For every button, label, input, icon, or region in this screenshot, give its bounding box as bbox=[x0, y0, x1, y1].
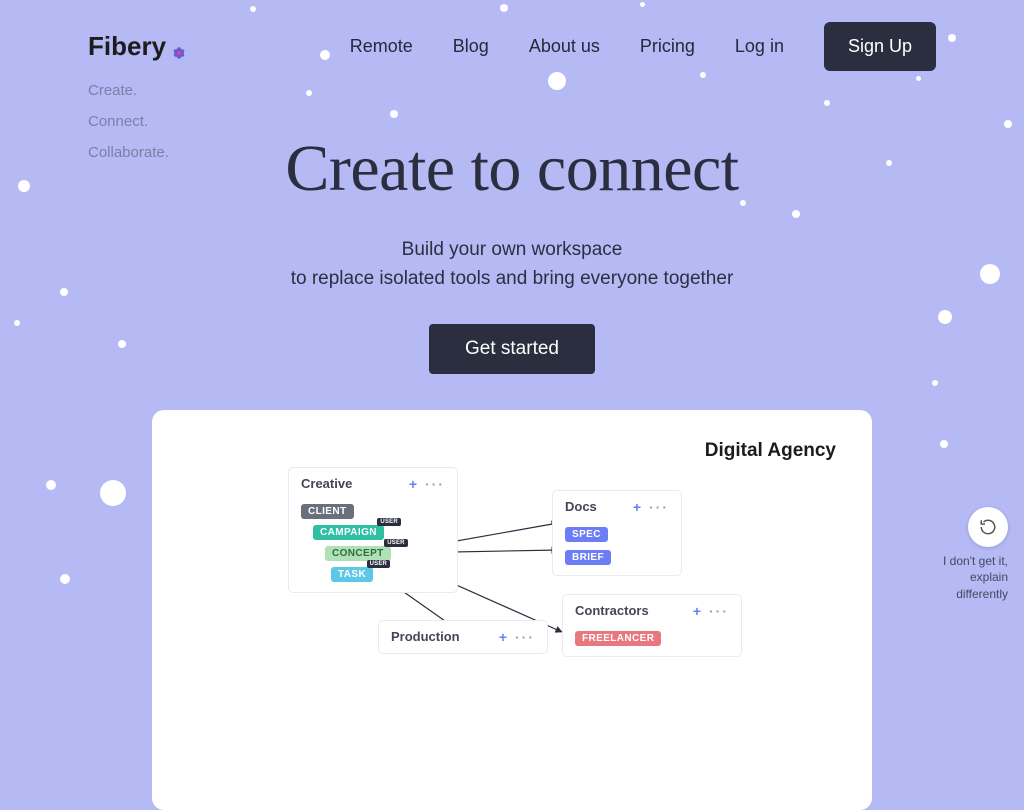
chip-campaign[interactable]: CAMPAIGN USER bbox=[313, 525, 384, 540]
nav-remote[interactable]: Remote bbox=[350, 36, 413, 57]
group-contractors: Contractors + ··· FREELANCER bbox=[562, 594, 742, 657]
more-icon[interactable]: ··· bbox=[709, 603, 729, 619]
chip-brief[interactable]: BRIEF bbox=[565, 550, 611, 565]
chip-client[interactable]: CLIENT bbox=[301, 504, 354, 519]
group-label: Production bbox=[391, 629, 460, 644]
feedback-widget: I don't get it, explain differently bbox=[943, 507, 1008, 603]
refresh-button[interactable] bbox=[968, 507, 1008, 547]
chip-text: TASK bbox=[338, 569, 366, 580]
group-creative: Creative + ··· CLIENT CAMPAIGN USER CONC… bbox=[288, 467, 458, 593]
add-icon[interactable]: + bbox=[633, 499, 641, 515]
chip-text: FREELANCER bbox=[582, 633, 654, 644]
nav-log-in[interactable]: Log in bbox=[735, 36, 784, 57]
keyword-connect: Connect. bbox=[88, 113, 169, 130]
nav-about-us[interactable]: About us bbox=[529, 36, 600, 57]
group-label: Docs bbox=[565, 499, 597, 514]
connector-lines bbox=[152, 410, 872, 810]
add-icon[interactable]: + bbox=[409, 476, 417, 492]
add-icon[interactable]: + bbox=[499, 629, 507, 645]
snow-dot bbox=[700, 72, 706, 78]
chip-text: CONCEPT bbox=[332, 548, 384, 559]
chip-spec[interactable]: SPEC bbox=[565, 527, 608, 542]
group-production: Production + ··· bbox=[378, 620, 548, 654]
feedback-text-line2[interactable]: explain bbox=[943, 569, 1008, 586]
group-header-docs: Docs + ··· bbox=[553, 491, 681, 523]
group-header-production: Production + ··· bbox=[379, 621, 547, 653]
snow-dot bbox=[548, 72, 566, 90]
more-icon[interactable]: ··· bbox=[649, 499, 669, 515]
chip-badge: USER bbox=[377, 518, 400, 526]
brand-name: Fibery bbox=[88, 31, 166, 62]
hero-section: Create to connect Build your own workspa… bbox=[0, 131, 1024, 810]
signup-button[interactable]: Sign Up bbox=[824, 22, 936, 71]
chip-badge: USER bbox=[367, 560, 390, 568]
hero-title: Create to connect bbox=[0, 131, 1024, 207]
more-icon[interactable]: ··· bbox=[515, 629, 535, 645]
hero-subtitle: Build your own workspace to replace isol… bbox=[0, 235, 1024, 294]
nav-blog[interactable]: Blog bbox=[453, 36, 489, 57]
group-label: Contractors bbox=[575, 603, 649, 618]
feedback-text-line1[interactable]: I don't get it, bbox=[943, 553, 1008, 570]
refresh-icon bbox=[979, 518, 997, 536]
primary-nav: Remote Blog About us Pricing Log in Sign… bbox=[350, 22, 936, 71]
chip-task[interactable]: TASK USER bbox=[331, 567, 373, 582]
more-icon[interactable]: ··· bbox=[425, 476, 445, 492]
chip-text: CAMPAIGN bbox=[320, 527, 377, 538]
brand-logo[interactable]: Fibery bbox=[88, 31, 188, 62]
chip-text: BRIEF bbox=[572, 552, 604, 563]
snow-dot bbox=[1004, 120, 1012, 128]
chip-text: SPEC bbox=[572, 529, 601, 540]
snow-dot bbox=[824, 100, 830, 106]
diagram-title: Digital Agency bbox=[705, 440, 836, 462]
keyword-create: Create. bbox=[88, 82, 169, 99]
add-icon[interactable]: + bbox=[693, 603, 701, 619]
group-docs: Docs + ··· SPEC BRIEF bbox=[552, 490, 682, 576]
snow-dot bbox=[390, 110, 398, 118]
feedback-text-line3[interactable]: differently bbox=[943, 586, 1008, 603]
hero-subtitle-line1: Build your own workspace bbox=[402, 239, 623, 260]
site-header: Fibery Remote Blog About us Pricing Log … bbox=[0, 0, 1024, 71]
chip-concept[interactable]: CONCEPT USER bbox=[325, 546, 391, 561]
workspace-diagram-card: Digital Agency Creative + ··· bbox=[152, 410, 872, 810]
group-header-contractors: Contractors + ··· bbox=[563, 595, 741, 627]
snow-dot bbox=[306, 90, 312, 96]
brand-mark-icon bbox=[170, 38, 188, 56]
hero-subtitle-line2: to replace isolated tools and bring ever… bbox=[291, 268, 734, 289]
chip-freelancer[interactable]: FREELANCER bbox=[575, 631, 661, 646]
nav-pricing[interactable]: Pricing bbox=[640, 36, 695, 57]
chip-badge: USER bbox=[384, 539, 407, 547]
get-started-button[interactable]: Get started bbox=[429, 324, 595, 374]
group-label: Creative bbox=[301, 476, 352, 491]
snow-dot bbox=[916, 76, 921, 81]
chip-text: CLIENT bbox=[308, 506, 347, 517]
group-header-creative: Creative + ··· bbox=[289, 468, 457, 500]
